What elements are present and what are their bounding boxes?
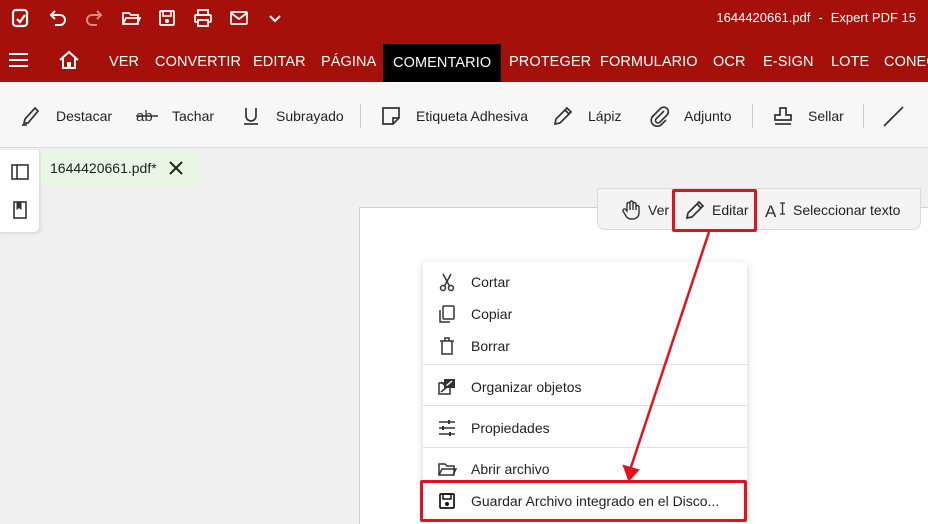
annotation-arrow: [622, 231, 711, 482]
